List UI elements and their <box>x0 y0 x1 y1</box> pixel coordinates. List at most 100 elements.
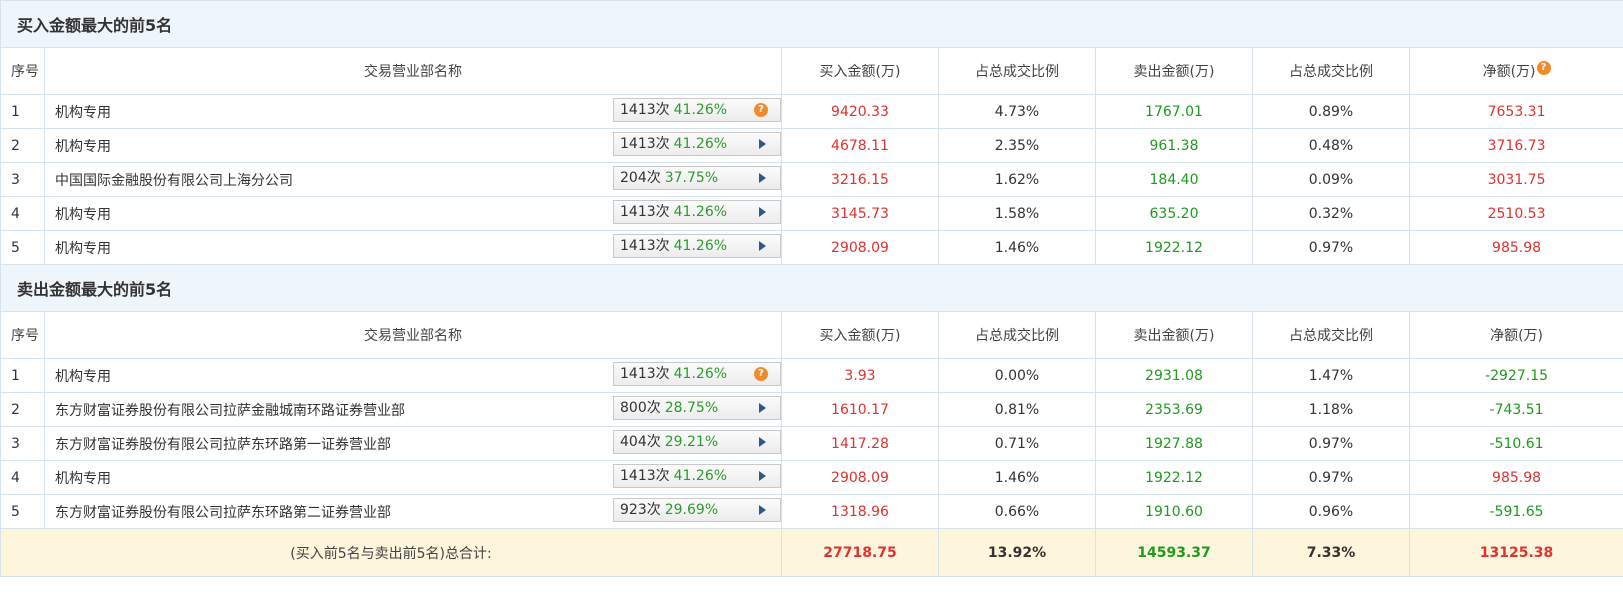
broker-cell: 机构专用 1413次 41.26% <box>44 460 782 495</box>
sell-ratio: 0.97% <box>1252 230 1410 265</box>
net-amount: 7653.31 <box>1408 94 1623 129</box>
buy-ratio: 1.46% <box>938 460 1096 495</box>
broker-stats-pill[interactable]: 1413次 41.26% <box>613 132 781 156</box>
net-amount: 2510.53 <box>1408 196 1623 231</box>
broker-stats-pill[interactable]: 1413次 41.26% <box>613 464 781 488</box>
win-rate: 41.26% <box>673 102 728 118</box>
sell-ratio: 0.48% <box>1252 128 1410 163</box>
sell-amount: 2931.08 <box>1095 358 1253 393</box>
dragon-tiger-list: 买入金额最大的前5名 序号 交易营业部名称 买入金额(万) 占总成交比例 卖出金额(万) 占… <box>0 0 1623 598</box>
buy-ratio: 4.73% <box>938 94 1096 129</box>
buy-amount: 9420.33 <box>781 94 939 129</box>
broker-stats-pill[interactable]: 923次 29.69% <box>613 498 781 522</box>
win-rate: 41.26% <box>673 366 728 382</box>
play-arrow-icon[interactable] <box>759 139 766 149</box>
play-arrow-icon[interactable] <box>759 403 766 413</box>
win-rate: 41.26% <box>673 136 728 152</box>
play-arrow-icon[interactable] <box>759 241 766 251</box>
sell-amount: 1767.01 <box>1095 94 1253 129</box>
total-buy: 27718.75 <box>781 528 939 577</box>
broker-name[interactable]: 机构专用 <box>55 136 111 156</box>
sell-ratio: 0.32% <box>1252 196 1410 231</box>
table-row: 3 中国国际金融股份有限公司上海分公司 204次 37.75% 3216.15 1.62%… <box>0 162 1623 197</box>
table-row: 3 东方财富证券股份有限公司拉萨东环路第一证券营业部 404次 29.21% 1417.… <box>0 426 1623 461</box>
play-arrow-icon[interactable] <box>759 173 766 183</box>
broker-stats-pill[interactable]: 204次 37.75% <box>613 166 781 190</box>
play-arrow-icon[interactable] <box>759 471 766 481</box>
broker-stats-pill[interactable]: 1413次 41.26%? <box>613 98 781 122</box>
net-amount: 985.98 <box>1408 230 1623 265</box>
broker-name[interactable]: 中国国际金融股份有限公司上海分公司 <box>55 170 293 190</box>
broker-stats-pill[interactable]: 404次 29.21% <box>613 430 781 454</box>
net-amount: -743.51 <box>1408 392 1623 427</box>
table-row: 1 机构专用 1413次 41.26%? 9420.33 4.73% 1767.01 0.89… <box>0 94 1623 129</box>
row-index: 4 <box>0 196 45 231</box>
net-amount: -510.61 <box>1408 426 1623 461</box>
buy-amount: 1610.17 <box>781 392 939 427</box>
table-row: 5 东方财富证券股份有限公司拉萨东环路第二证券营业部 923次 29.69% 1318.… <box>0 494 1623 529</box>
sell-ratio: 0.97% <box>1252 426 1410 461</box>
column-header: 交易营业部名称 <box>44 311 782 359</box>
total-label: (买入前5名与卖出前5名)总合计: <box>0 528 782 577</box>
buy-ratio: 0.00% <box>938 358 1096 393</box>
broker-name[interactable]: 机构专用 <box>55 366 111 386</box>
buy-amount: 1318.96 <box>781 494 939 529</box>
play-arrow-icon[interactable] <box>759 437 766 447</box>
broker-stats-pill[interactable]: 1413次 41.26%? <box>613 362 781 386</box>
column-header-label: 卖出金额(万) <box>1133 64 1215 80</box>
buy_section-title-row: 买入金额最大的前5名 <box>0 0 1623 48</box>
help-icon[interactable]: ? <box>754 103 768 117</box>
broker-stats-pill[interactable]: 1413次 41.26% <box>613 200 781 224</box>
column-header: 净额(万)? <box>1408 47 1623 95</box>
buy-amount: 4678.11 <box>781 128 939 163</box>
column-header: 序号 <box>0 311 45 359</box>
sell_section-title-row: 卖出金额最大的前5名 <box>0 264 1623 312</box>
play-arrow-icon[interactable] <box>759 505 766 515</box>
row-index: 5 <box>0 494 45 529</box>
buy-ratio: 0.66% <box>938 494 1096 529</box>
sell-ratio: 0.89% <box>1252 94 1410 129</box>
broker-cell: 东方财富证券股份有限公司拉萨金融城南环路证券营业部 800次 28.75% <box>44 392 782 427</box>
column-header-label: 序号 <box>11 328 39 344</box>
broker-stats-pill[interactable]: 800次 28.75% <box>613 396 781 420</box>
column-header-label: 占总成交比例 <box>1289 64 1373 80</box>
buy-amount: 3.93 <box>781 358 939 393</box>
column-header-label: 买入金额(万) <box>819 328 901 344</box>
row-index: 5 <box>0 230 45 265</box>
help-icon[interactable]: ? <box>1536 61 1551 75</box>
column-header: 卖出金额(万) <box>1095 311 1253 359</box>
column-header-label: 净额(万) <box>1490 328 1544 344</box>
broker-name[interactable]: 机构专用 <box>55 468 111 488</box>
column-header: 买入金额(万) <box>781 311 939 359</box>
broker-name[interactable]: 机构专用 <box>55 204 111 224</box>
broker-cell: 机构专用 1413次 41.26% <box>44 196 782 231</box>
broker-name[interactable]: 东方财富证券股份有限公司拉萨东环路第二证券营业部 <box>55 502 391 522</box>
broker-cell: 中国国际金融股份有限公司上海分公司 204次 37.75% <box>44 162 782 197</box>
sell-ratio: 0.09% <box>1252 162 1410 197</box>
broker-name[interactable]: 机构专用 <box>55 102 111 122</box>
net-amount: -591.65 <box>1408 494 1623 529</box>
broker-stats-pill[interactable]: 1413次 41.26% <box>613 234 781 258</box>
table-row: 5 机构专用 1413次 41.26% 2908.09 1.46% 1922.12 0.97%… <box>0 230 1623 265</box>
appearance-count: 1413次 <box>620 468 670 484</box>
play-arrow-icon[interactable] <box>759 207 766 217</box>
win-rate: 29.69% <box>664 502 719 518</box>
win-rate: 41.26% <box>673 204 728 220</box>
column-header: 占总成交比例 <box>938 311 1096 359</box>
buy-amount: 3145.73 <box>781 196 939 231</box>
sell-ratio: 0.97% <box>1252 460 1410 495</box>
buy_section-header-row: 序号 交易营业部名称 买入金额(万) 占总成交比例 卖出金额(万) 占总成交比例 净额(万)… <box>0 47 1623 95</box>
broker-name[interactable]: 东方财富证券股份有限公司拉萨东环路第一证券营业部 <box>55 434 391 454</box>
sell-amount: 2353.69 <box>1095 392 1253 427</box>
broker-name[interactable]: 机构专用 <box>55 238 111 258</box>
help-icon[interactable]: ? <box>754 367 768 381</box>
buy-amount: 1417.28 <box>781 426 939 461</box>
column-header: 交易营业部名称 <box>44 47 782 95</box>
appearance-count: 404次 <box>620 434 661 450</box>
broker-table: 买入金额最大的前5名 序号 交易营业部名称 买入金额(万) 占总成交比例 卖出金额(万) 占… <box>0 0 1623 577</box>
column-header: 序号 <box>0 47 45 95</box>
buy-amount: 2908.09 <box>781 230 939 265</box>
broker-name[interactable]: 东方财富证券股份有限公司拉萨金融城南环路证券营业部 <box>55 400 405 420</box>
sell_section-title: 卖出金额最大的前5名 <box>0 264 1623 312</box>
column-header-label: 交易营业部名称 <box>364 328 462 344</box>
